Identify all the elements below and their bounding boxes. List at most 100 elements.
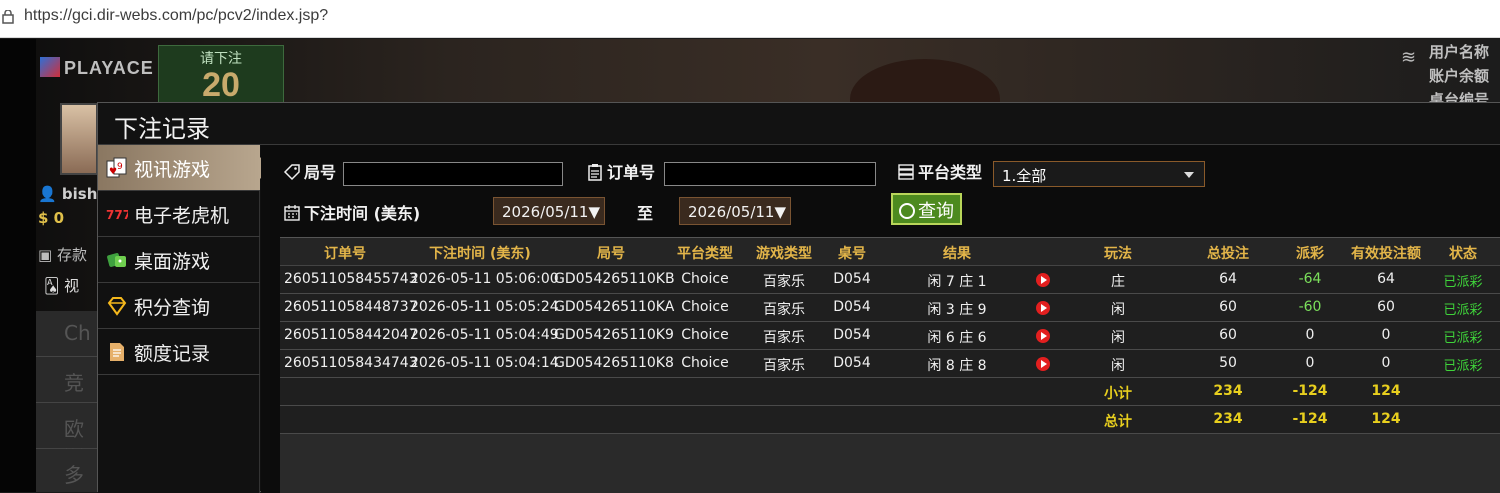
date-from-picker[interactable]: 2026/05/11▼ bbox=[493, 197, 605, 225]
round-input[interactable] bbox=[343, 162, 563, 186]
col-payout: 派彩 bbox=[1296, 246, 1324, 262]
bet-record-table: 订单号 下注时间 (美东) 局号 平台类型 游戏类型 桌号 结果 玩法 总投注 … bbox=[280, 237, 1500, 493]
cell-bet: 64 bbox=[1219, 271, 1237, 287]
cell-result: 闲 8 庄 8 bbox=[927, 358, 987, 374]
cell-round: GD054265110K9 bbox=[554, 327, 674, 343]
table-row[interactable]: 260511058434743 2026-05-11 05:04:14 GD05… bbox=[280, 350, 1500, 378]
info-icon[interactable] bbox=[2, 10, 14, 24]
col-valid: 有效投注额 bbox=[1351, 246, 1421, 262]
video-play-icon[interactable] bbox=[1036, 357, 1050, 371]
bet-prompt: 请下注 bbox=[200, 51, 242, 67]
total-bet: 234 bbox=[1213, 411, 1243, 427]
menu-label: 电子老虎机 bbox=[134, 205, 230, 227]
total-valid: 124 bbox=[1371, 411, 1401, 427]
subtotal-payout: -124 bbox=[1292, 383, 1328, 399]
countdown-number: 20 bbox=[202, 66, 240, 104]
user-info-panel: ≋ 用户名称 账户余额 桌台编号 bbox=[1395, 39, 1500, 109]
platform-selected: 1.全部 bbox=[1002, 167, 1047, 185]
menu-label: 桌面游戏 bbox=[134, 251, 211, 273]
cell-time: 2026-05-11 05:06:00 bbox=[410, 271, 559, 287]
col-time: 下注时间 (美东) bbox=[429, 246, 531, 262]
video-play-icon[interactable] bbox=[1036, 273, 1050, 287]
dice-icon bbox=[107, 253, 126, 267]
record-content: 局号 订单号 平台类型 1.全部 下注时间 (美东) 2026/05/11▼ 至… bbox=[261, 145, 1500, 493]
table-header: 订单号 下注时间 (美东) 局号 平台类型 游戏类型 桌号 结果 玩法 总投注 … bbox=[280, 238, 1500, 266]
cell-play: 闲 bbox=[1111, 358, 1125, 374]
cell-valid: 60 bbox=[1377, 299, 1395, 315]
side-tab-2[interactable]: 欧洲 bbox=[36, 403, 98, 470]
cell-valid: 0 bbox=[1381, 327, 1391, 343]
menu-item-live-games[interactable]: 9 ♥ 视讯游戏 bbox=[98, 145, 270, 191]
to-label: 至 bbox=[637, 204, 654, 223]
cell-round: GD054265110KB bbox=[554, 271, 675, 287]
side-tab-1[interactable]: 竞 bbox=[36, 357, 98, 403]
table-row[interactable]: 260511058455743 2026-05-11 05:06:00 GD05… bbox=[280, 266, 1500, 294]
video-play-icon[interactable] bbox=[1036, 329, 1050, 343]
brand-logo: PLAYACE bbox=[40, 57, 154, 79]
cell-payout: 0 bbox=[1305, 327, 1315, 343]
side-tab-0[interactable]: Ch bbox=[36, 311, 98, 357]
col-bet: 总投注 bbox=[1207, 246, 1249, 262]
side-tab-3[interactable]: 多 bbox=[36, 449, 98, 492]
cell-status: 已派彩 bbox=[1443, 359, 1483, 374]
cell-time: 2026-05-11 05:05:24 bbox=[410, 299, 559, 315]
url-text[interactable]: https://gci.dir-webs.com/pc/pcv2/index.j… bbox=[24, 7, 328, 25]
calendar-icon bbox=[284, 205, 300, 221]
menu-label: 视讯游戏 bbox=[134, 159, 211, 181]
total-label: 总计 bbox=[1104, 414, 1132, 430]
cell-status: 已派彩 bbox=[1443, 275, 1483, 290]
cell-result: 闲 6 庄 6 bbox=[927, 330, 987, 346]
cell-order: 260511058455743 bbox=[284, 271, 418, 287]
menu-item-table-games[interactable]: 桌面游戏 bbox=[98, 237, 260, 283]
platform-select[interactable]: 1.全部 bbox=[993, 161, 1205, 187]
cell-round: GD054265110KA bbox=[554, 299, 675, 315]
svg-text:9: 9 bbox=[117, 162, 123, 172]
cell-result: 闲 7 庄 1 bbox=[927, 274, 987, 290]
menu-label: 积分查询 bbox=[134, 297, 211, 319]
query-button[interactable]: 查询 bbox=[891, 193, 962, 225]
search-icon bbox=[899, 203, 915, 219]
order-label: 订单号 bbox=[586, 159, 655, 183]
document-icon bbox=[110, 343, 124, 361]
modal-title: 下注记录 bbox=[98, 103, 1500, 145]
svg-text:♥: ♥ bbox=[109, 167, 117, 177]
cell-platform: Choice bbox=[681, 327, 729, 343]
cell-payout: -64 bbox=[1298, 271, 1322, 287]
cell-play: 闲 bbox=[1111, 330, 1125, 346]
col-result: 结果 bbox=[943, 246, 971, 262]
subtotal-row: 小计 234 -124 124 bbox=[280, 378, 1500, 406]
cell-payout: 0 bbox=[1305, 355, 1315, 371]
chevron-down-icon bbox=[1184, 172, 1194, 178]
subtotal-label: 小计 bbox=[1104, 386, 1132, 402]
logo-mark-icon bbox=[40, 57, 60, 77]
table-row[interactable]: 260511058442047 2026-05-11 05:04:49 GD05… bbox=[280, 322, 1500, 350]
record-menu: 9 ♥ 视讯游戏 777 电子老虎机 桌面游戏 积分查询 额度记录 bbox=[98, 145, 270, 493]
menu-item-credit[interactable]: 额度记录 bbox=[98, 329, 260, 375]
cell-payout: -60 bbox=[1298, 299, 1322, 315]
cell-status: 已派彩 bbox=[1443, 303, 1483, 318]
menu-label: 额度记录 bbox=[134, 343, 211, 365]
cell-table: D054 bbox=[833, 327, 871, 343]
col-round: 局号 bbox=[597, 246, 625, 262]
video-play-icon[interactable] bbox=[1036, 301, 1050, 315]
menu-item-points[interactable]: 积分查询 bbox=[98, 283, 260, 329]
col-order: 订单号 bbox=[324, 246, 366, 262]
browser-url-bar[interactable]: https://gci.dir-webs.com/pc/pcv2/index.j… bbox=[0, 0, 1500, 38]
username: 👤 bish bbox=[38, 185, 98, 203]
menu-item-slots[interactable]: 777 电子老虎机 bbox=[98, 191, 260, 237]
date-to-picker[interactable]: 2026/05/11▼ bbox=[679, 197, 791, 225]
col-game: 游戏类型 bbox=[756, 246, 812, 262]
cell-bet: 50 bbox=[1219, 355, 1237, 371]
cell-play: 闲 bbox=[1111, 302, 1125, 318]
cell-round: GD054265110K8 bbox=[554, 355, 674, 371]
time-label: 下注时间 (美东) bbox=[283, 200, 420, 224]
deposit-link[interactable]: ▣ 存款 bbox=[38, 244, 87, 265]
round-label: 局号 bbox=[283, 159, 336, 183]
cell-play: 庄 bbox=[1111, 274, 1125, 290]
cell-table: D054 bbox=[833, 271, 871, 287]
order-input[interactable] bbox=[664, 162, 876, 186]
cell-status: 已派彩 bbox=[1443, 331, 1483, 346]
query-label: 查询 bbox=[918, 201, 954, 222]
table-row[interactable]: 260511058448737 2026-05-11 05:05:24 GD05… bbox=[280, 294, 1500, 322]
cell-time: 2026-05-11 05:04:14 bbox=[410, 355, 559, 371]
